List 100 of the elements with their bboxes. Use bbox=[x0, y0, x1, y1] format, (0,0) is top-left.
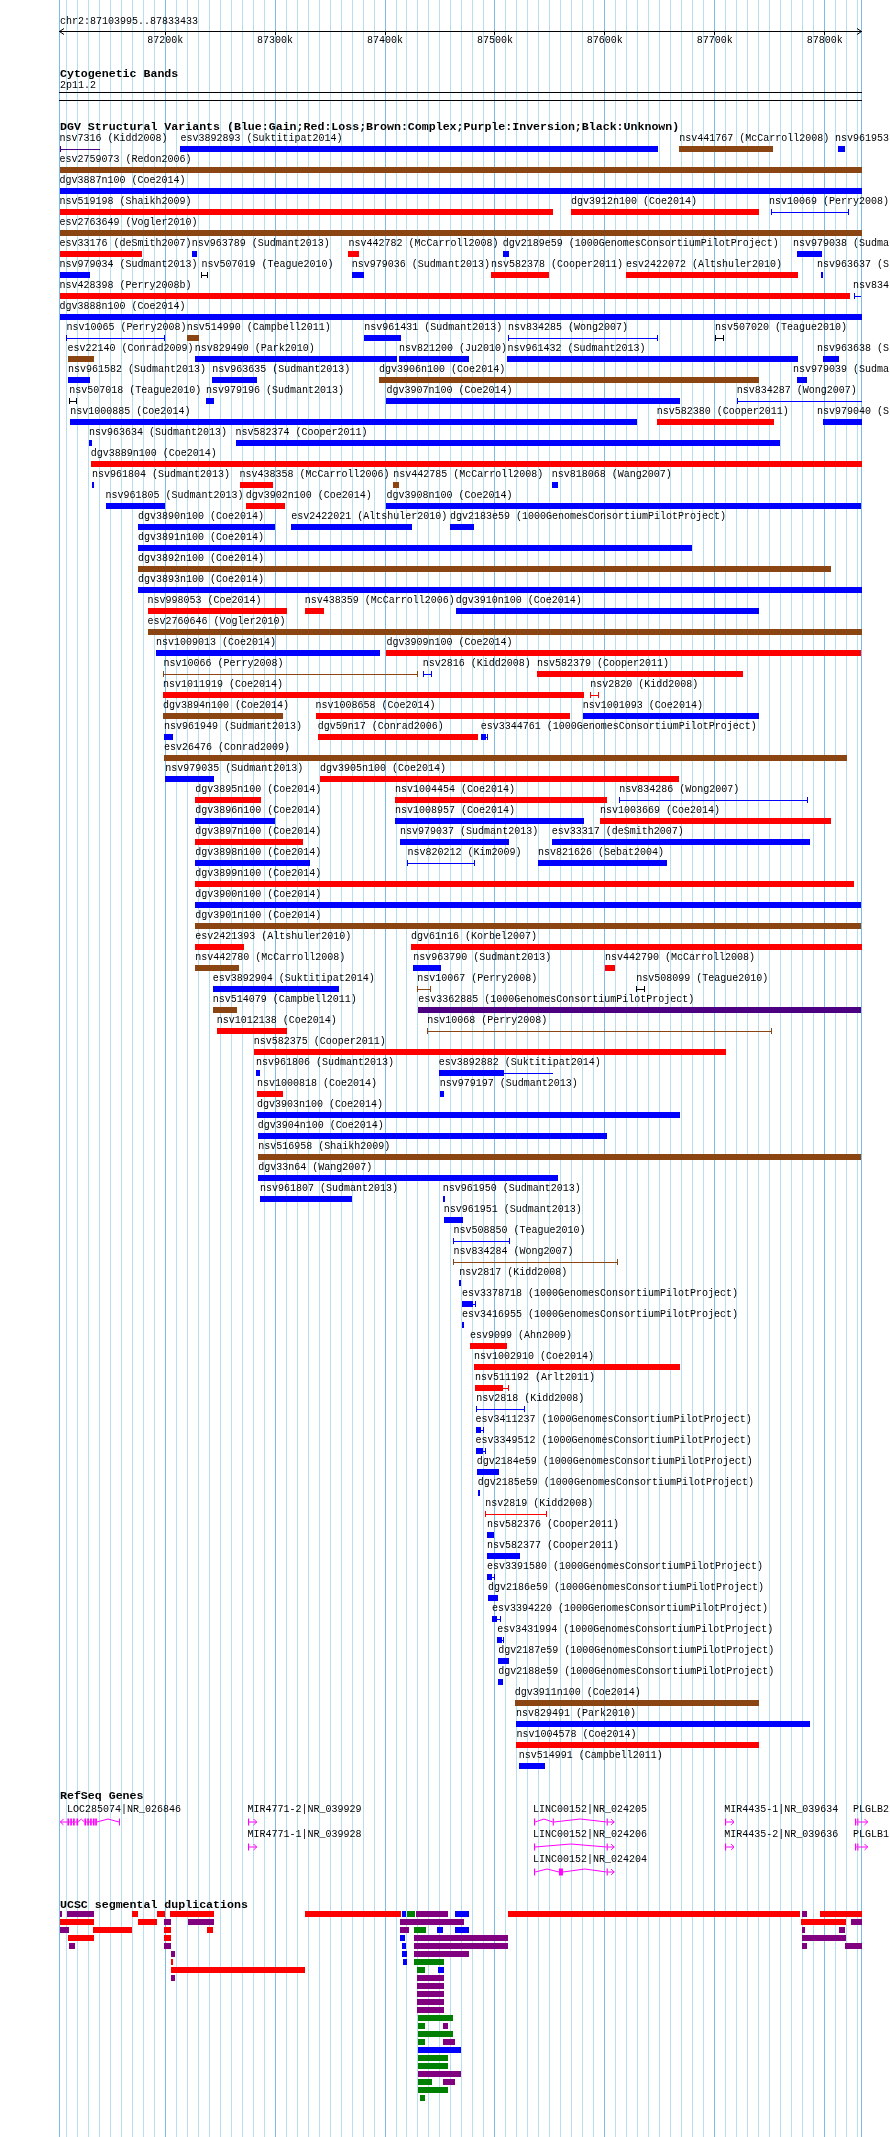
ruler-tick-label: 87600k bbox=[586, 35, 623, 47]
variant-label: esv33176 (deSmith2007) bbox=[59, 238, 192, 250]
variant-label: esv2422072 (Altshuler2010) bbox=[626, 259, 782, 271]
gene-label: MIR4435-2|NR_039636 bbox=[724, 1829, 839, 1841]
variant-label: dgv2188e59 (1000GenomesConsortiumPilotProject) bbox=[498, 1666, 775, 1678]
variant-label: nsv834286 (Wong2007) bbox=[619, 784, 740, 796]
variant-label: dgv3910n100 (Coe2014) bbox=[455, 595, 582, 607]
variant-label: nsv829490 (Park2010) bbox=[194, 343, 315, 355]
variant-label: nsv514991 (Campbell2011) bbox=[518, 1750, 663, 1762]
variant-label: nsv963635 (Sudmant2013) bbox=[212, 364, 351, 376]
variant-label: nsv821200 (Ju2010) bbox=[398, 343, 507, 355]
variant-label: dgv2187e59 (1000GenomesConsortiumPilotProject) bbox=[498, 1645, 775, 1657]
variant-label: esv3431994 (1000GenomesConsortiumPilotProject) bbox=[497, 1624, 774, 1636]
variant-label: dgv3901n100 (Coe2014) bbox=[195, 910, 322, 922]
variant-label: nsv10067 (Perry2008) bbox=[417, 973, 538, 985]
variant-label: nsv507020 (Teague2010) bbox=[715, 322, 848, 334]
variant-label: nsv582380 (Cooper2011) bbox=[656, 406, 789, 418]
variant-label: dgv3907n100 (Coe2014) bbox=[386, 385, 513, 397]
variant-label: nsv1001093 (Coe2014) bbox=[582, 700, 703, 712]
gene-label: LOC285074|NR_026846 bbox=[66, 1804, 181, 1816]
variant-label: nsv961804 (Sudmant2013) bbox=[91, 469, 230, 481]
variant-label: esv2760646 (Vogler2010) bbox=[147, 616, 286, 628]
variant-label: nsv10066 (Perry2008) bbox=[163, 658, 284, 670]
variant-label: dgv3893n100 (Coe2014) bbox=[137, 574, 264, 586]
variant-label: dgv3897n100 (Coe2014) bbox=[195, 826, 322, 838]
ruler-tick-label: 87400k bbox=[367, 35, 403, 47]
variant-label: nsv979034 (Sudmant2013) bbox=[59, 259, 198, 271]
variant-label: dgv33n64 (Wang2007) bbox=[258, 1162, 373, 1174]
variant-label: nsv438359 (McCarroll2006) bbox=[304, 595, 455, 607]
variant-label: nsv1012138 (Coe2014) bbox=[216, 1015, 337, 1027]
variant-label: nsv442780 (McCarroll2008) bbox=[195, 952, 346, 964]
ruler-tick-label: 87500k bbox=[476, 35, 513, 47]
variant-label: dgv3906n100 (Coe2014) bbox=[379, 364, 506, 376]
variant-label: nsv514990 (Campbell2011) bbox=[186, 322, 331, 334]
variant-label: nsv961949 (Sudmant2013) bbox=[164, 721, 303, 733]
variant-label: nsv442782 (McCarroll2008) bbox=[348, 238, 499, 250]
variant-label: nsv582379 (Cooper2011) bbox=[536, 658, 669, 670]
genome-position-label: chr2:87103995..87833433 bbox=[60, 16, 199, 28]
gene-label: LINC00152|NR_024206 bbox=[532, 1829, 647, 1841]
variant-label: esv26476 (Conrad2009) bbox=[164, 742, 291, 754]
variant-label: esv3892904 (Suktitipat2014) bbox=[212, 973, 375, 985]
variant-label: esv3362885 (1000GenomesConsortiumPilotProject) bbox=[418, 994, 695, 1006]
variant-label: esv2763649 (Vogler2010) bbox=[59, 217, 198, 229]
variant-label: nsv963789 (Sudmant2013) bbox=[191, 238, 330, 250]
variant-label: nsv1004578 (Coe2014) bbox=[516, 1729, 637, 1741]
variant-label: dgv3888n100 (Coe2014) bbox=[59, 301, 186, 313]
variant-label: nsv963790 (Sudmant2013) bbox=[413, 952, 552, 964]
variant-label: nsv834284 (Wong2007) bbox=[453, 1246, 574, 1258]
variant-label: esv3394220 (1000GenomesConsortiumPilotProject) bbox=[492, 1603, 769, 1615]
variant-label: nsv508850 (Teague2010) bbox=[453, 1225, 586, 1237]
variant-label: esv2759073 (Redon2006) bbox=[59, 154, 192, 166]
variant-label: dgv3892n100 (Coe2014) bbox=[137, 553, 264, 565]
variant-label: nsv10065 (Perry2008) bbox=[66, 322, 187, 334]
variant-label: nsv582377 (Cooper2011) bbox=[486, 1540, 619, 1552]
variant-label: nsv961582 (Sudmant2013) bbox=[68, 364, 207, 376]
variant-label: nsv2816 (Kidd2008) bbox=[422, 658, 531, 670]
variant-label: nsv1008957 (Coe2014) bbox=[395, 805, 516, 817]
variant-label: nsv963634 (Sudmant2013) bbox=[89, 427, 228, 439]
gene-label: LINC00152|NR_024205 bbox=[532, 1804, 647, 1816]
ruler-tick-label: 87800k bbox=[806, 35, 843, 47]
variant-label: nsv582374 (Cooper2011) bbox=[235, 427, 368, 439]
variant-label: nsv1004454 (Coe2014) bbox=[395, 784, 516, 796]
variant-label: esv3416955 (1000GenomesConsortiumPilotProject) bbox=[461, 1309, 738, 1321]
variant-label: nsv1011919 (Coe2014) bbox=[162, 679, 283, 691]
variant-label: esv3892882 (Suktitipat2014) bbox=[438, 1057, 601, 1069]
variant-label: dgv2189e59 (1000GenomesConsortiumPilotProject) bbox=[502, 238, 779, 250]
variant-label: esv3411237 (1000GenomesConsortiumPilotProject) bbox=[475, 1414, 752, 1426]
variant-label: dgv2185e59 (1000GenomesConsortiumPilotProject) bbox=[477, 1477, 754, 1489]
variant-label: esv3378718 (1000GenomesConsortiumPilotProject) bbox=[461, 1288, 738, 1300]
band-label: 2p11.2 bbox=[60, 80, 96, 92]
variant-label: nsv516958 (Shaikh2009) bbox=[258, 1141, 391, 1153]
variant-label: nsv979038 (Sudma bbox=[793, 238, 889, 250]
variant-label: nsv10068 (Perry2008) bbox=[427, 1015, 548, 1027]
variant-label: nsv1002910 (Coe2014) bbox=[473, 1351, 594, 1363]
gene-label: MIR4771-1|NR_039928 bbox=[247, 1829, 362, 1841]
variant-label: nsv961807 (Sudmant2013) bbox=[259, 1183, 398, 1195]
variant-label: nsv979035 (Sudmant2013) bbox=[165, 763, 304, 775]
variant-label: nsv961431 (Sudmant2013) bbox=[364, 322, 503, 334]
variant-label: nsv2818 (Kidd2008) bbox=[476, 1393, 585, 1405]
track-title: RefSeq Genes bbox=[60, 1790, 144, 1802]
variant-label: nsv2820 (Kidd2008) bbox=[590, 679, 699, 691]
gene-label: LINC00152|NR_024204 bbox=[532, 1854, 647, 1866]
variant-label: esv33317 (deSmith2007) bbox=[551, 826, 684, 838]
variant-label: esv9099 (Ahn2009) bbox=[469, 1330, 572, 1342]
variant-label: nsv1000818 (Coe2014) bbox=[257, 1078, 378, 1090]
variant-label: nsv829491 (Park2010) bbox=[515, 1708, 636, 1720]
variant-label: dgv3894n100 (Coe2014) bbox=[162, 700, 289, 712]
variant-label: dgv61n16 (Korbel2007) bbox=[410, 931, 537, 943]
variant-label: dgv3891n100 (Coe2014) bbox=[137, 532, 264, 544]
variant-label: nsv834285 (Wong2007) bbox=[507, 322, 628, 334]
variant-label: esv2422021 (Altshuler2010) bbox=[291, 511, 448, 523]
variant-label: dgv3890n100 (Coe2014) bbox=[137, 511, 264, 523]
variant-label: nsv582376 (Cooper2011) bbox=[486, 1519, 619, 1531]
variant-label: nsv428398 (Perry2008b) bbox=[59, 280, 192, 292]
gene-label: PLGLB2 bbox=[853, 1804, 889, 1816]
variant-label: nsv963637 (S bbox=[817, 259, 889, 271]
variant-label: nsv998053 (Coe2014) bbox=[147, 595, 262, 607]
ruler-tick-label: 87700k bbox=[696, 35, 733, 47]
variant-label: nsv508099 (Teague2010) bbox=[636, 973, 769, 985]
variant-label: nsv979036 (Sudmant2013) bbox=[351, 259, 490, 271]
